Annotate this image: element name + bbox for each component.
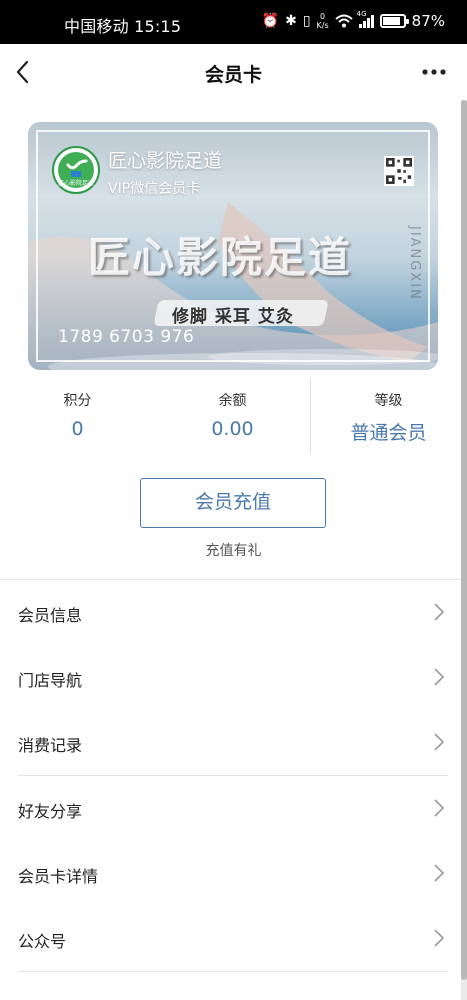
chevron-right-icon: [434, 668, 445, 686]
menu-item-label: 好友分享: [18, 802, 83, 821]
shop-name: 匠心影院足道: [108, 150, 223, 172]
battery-icon: [379, 14, 409, 28]
card-vertical-text: JIANGXIN: [407, 226, 422, 301]
qr-code-icon[interactable]: [384, 156, 414, 186]
menu-item-label: 会员卡详情: [18, 867, 99, 886]
chevron-right-icon: [434, 929, 445, 947]
stat-label: 积分: [63, 393, 92, 409]
net-speed-value: 0: [320, 12, 326, 21]
divider: [18, 971, 448, 972]
chevron-right-icon: [434, 864, 445, 882]
recharge-note: 充值有礼: [205, 543, 262, 559]
stat-points[interactable]: 积分 0: [0, 378, 155, 458]
chevron-right-icon: [434, 799, 445, 817]
menu-item-store-navigation[interactable]: 门店导航: [0, 645, 461, 710]
bluetooth-icon: ✱: [285, 13, 297, 29]
stat-balance[interactable]: 余额 0.00: [155, 378, 310, 458]
stat-level[interactable]: 等级 普通会员: [311, 378, 466, 458]
status-bar: 中国移动 15:15 ⏰ ✱ ▯ 0 K/s 4G 87%: [0, 0, 467, 44]
menu-item-label: 门店导航: [18, 671, 83, 690]
recharge-button[interactable]: 会员充值: [140, 478, 326, 528]
net-speed-unit: K/s: [316, 21, 329, 30]
menu-item-share-friends[interactable]: 好友分享: [0, 776, 461, 841]
nav-bar: 会员卡: [0, 44, 467, 100]
menu-item-label: 会员信息: [18, 606, 83, 625]
menu-item-card-details[interactable]: 会员卡详情: [0, 841, 461, 906]
card-number: 1789 6703 976: [58, 327, 195, 347]
stat-value: 0: [71, 418, 84, 440]
carrier-time: 中国移动 15:15: [64, 17, 182, 36]
menu-item-member-info[interactable]: 会员信息: [0, 580, 461, 645]
alarm-icon: ⏰: [261, 13, 280, 29]
battery-fill: [382, 17, 400, 25]
member-card[interactable]: 匠心影院足道 匠心影院足道 VIP微信会员卡 匠心影院足道 JIANGXIN 修…: [28, 122, 438, 370]
signal-icon: 4G: [357, 10, 374, 28]
card-services: 修脚 采耳 艾灸: [172, 307, 294, 327]
menu-item-label: 消费记录: [18, 736, 83, 755]
chevron-right-icon: [434, 733, 445, 751]
menu-item-consumption-records[interactable]: 消费记录: [0, 710, 461, 775]
shop-logo-label: 匠心影院足道: [57, 180, 94, 187]
network-type: 4G: [356, 10, 367, 18]
stat-label: 余额: [218, 393, 247, 409]
more-dots-icon[interactable]: [421, 60, 447, 84]
net-speed: 0 K/s: [317, 12, 329, 30]
stat-value: 0.00: [211, 418, 254, 440]
status-icons: ⏰ ✱ ▯ 0 K/s 4G 87%: [261, 10, 445, 30]
card-type: VIP微信会员卡: [108, 181, 201, 197]
page-title: 会员卡: [204, 64, 262, 86]
shop-logo: 匠心影院足道: [52, 146, 100, 194]
card-watermark-title: 匠心影院足道: [88, 233, 353, 282]
vibrate-icon: ▯: [302, 13, 311, 29]
stat-label: 等级: [374, 393, 403, 409]
chevron-right-icon: [434, 603, 445, 621]
battery-percent: 87%: [411, 12, 445, 30]
member-stats: 积分 0 余额 0.00 等级 普通会员: [0, 378, 467, 458]
stat-value: 普通会员: [350, 422, 427, 444]
menu-item-official-account[interactable]: 公众号: [0, 906, 461, 971]
wifi-icon: [334, 14, 353, 28]
menu-item-label: 公众号: [18, 932, 67, 951]
